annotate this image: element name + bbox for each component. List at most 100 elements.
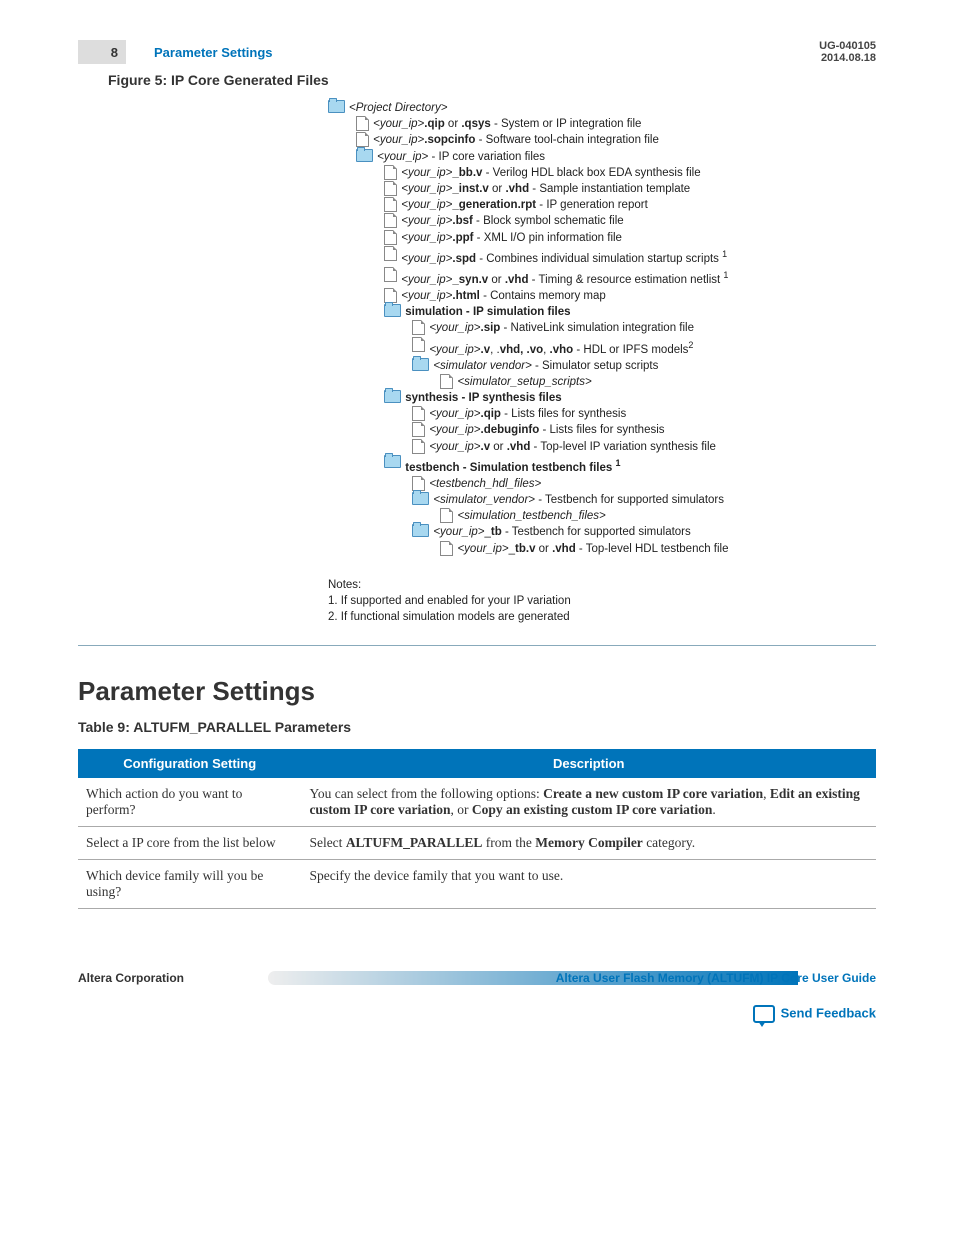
notes-heading: Notes: xyxy=(328,577,876,593)
table-title: Table 9: ALTUFM_PARALLEL Parameters xyxy=(78,719,876,735)
send-feedback-link[interactable]: Send Feedback xyxy=(78,1005,876,1023)
section-heading: Parameter Settings xyxy=(78,676,876,707)
table-row: Which action do you want to perform?You … xyxy=(78,778,876,827)
desc-cell: Specify the device family that you want … xyxy=(301,860,876,909)
file-icon xyxy=(412,439,425,454)
tree-label: <testbench_hdl_files> xyxy=(429,476,541,492)
table-header-desc: Description xyxy=(301,749,876,778)
file-icon xyxy=(384,181,397,196)
tree-label: <simulator_setup_scripts> xyxy=(457,374,591,390)
file-icon xyxy=(412,422,425,437)
folder-icon xyxy=(384,390,401,403)
folder-icon xyxy=(356,149,373,162)
tree-node: <your_ip>.spd - Combines individual simu… xyxy=(328,246,876,267)
tree-node: <your_ip>_generation.rpt - IP generation… xyxy=(328,197,876,213)
feedback-label: Send Feedback xyxy=(781,1006,876,1021)
tree-label: <your_ip>.spd - Combines individual simu… xyxy=(401,246,727,267)
tree-label: <your_ip>.html - Contains memory map xyxy=(401,288,606,304)
note-2: 2. If functional simulation models are g… xyxy=(328,609,876,625)
file-icon xyxy=(412,406,425,421)
file-icon xyxy=(440,374,453,389)
config-cell: Which action do you want to perform? xyxy=(78,778,301,827)
footer-corporation: Altera Corporation xyxy=(78,971,184,985)
doc-id: UG-040105 xyxy=(819,40,876,52)
tree-label: <your_ip>_bb.v - Verilog HDL black box E… xyxy=(401,165,700,181)
page-number: 8 xyxy=(78,40,126,64)
file-icon xyxy=(412,476,425,491)
tree-node: <your_ip>.bsf - Block symbol schematic f… xyxy=(328,213,876,229)
tree-node: synthesis - IP synthesis files xyxy=(328,390,876,406)
folder-icon xyxy=(328,100,345,113)
tree-node: <testbench_hdl_files> xyxy=(328,476,876,492)
folder-icon xyxy=(412,492,429,505)
tree-node: <your_ip>.debuginfo - Lists files for sy… xyxy=(328,422,876,438)
file-tree-diagram: <Project Directory> <your_ip>.qip or .qs… xyxy=(328,100,876,557)
tree-node: <your_ip>_tb.v or .vhd - Top-level HDL t… xyxy=(328,541,876,557)
file-icon xyxy=(384,267,397,282)
file-icon xyxy=(412,337,425,352)
file-icon xyxy=(384,288,397,303)
tree-label: synthesis - IP synthesis files xyxy=(405,390,561,406)
tree-label: <your_ip>.qip or .qsys - System or IP in… xyxy=(373,116,641,132)
tree-node: <your_ip>.html - Contains memory map xyxy=(328,288,876,304)
desc-cell: You can select from the following option… xyxy=(301,778,876,827)
file-icon xyxy=(384,230,397,245)
file-icon xyxy=(356,116,369,131)
tree-label: <your_ip>_inst.v or .vhd - Sample instan… xyxy=(401,181,690,197)
desc-cell: Select ALTUFM_PARALLEL from the Memory C… xyxy=(301,827,876,860)
tree-node: <your_ip>.v, .vhd, .vo, .vho - HDL or IP… xyxy=(328,337,876,358)
tree-node: <your_ip>_tb - Testbench for supported s… xyxy=(328,524,876,540)
parameters-table: Configuration Setting Description Which … xyxy=(78,749,876,909)
figure-title: Figure 5: IP Core Generated Files xyxy=(108,72,876,88)
folder-icon xyxy=(384,455,401,468)
tree-label: <your_ip>_syn.v or .vhd - Timing & resou… xyxy=(401,267,728,288)
tree-label: <your_ip> - IP core variation files xyxy=(377,149,545,165)
tree-label: <your_ip>.ppf - XML I/O pin information … xyxy=(401,230,622,246)
file-icon xyxy=(412,320,425,335)
table-header-config: Configuration Setting xyxy=(78,749,301,778)
file-icon xyxy=(440,508,453,523)
tree-node: <your_ip>.ppf - XML I/O pin information … xyxy=(328,230,876,246)
tree-node: simulation - IP simulation files xyxy=(328,304,876,320)
file-icon xyxy=(384,246,397,261)
footer-guide-title: Altera User Flash Memory (ALTUFM) IP Cor… xyxy=(540,969,876,987)
tree-node: <Project Directory> xyxy=(328,100,876,116)
table-row: Which device family will you be using?Sp… xyxy=(78,860,876,909)
tree-label: <your_ip>.sopcinfo - Software tool-chain… xyxy=(373,132,659,148)
folder-icon xyxy=(384,304,401,317)
tree-label: <simulation_testbench_files> xyxy=(457,508,605,524)
tree-node: testbench - Simulation testbench files 1 xyxy=(328,455,876,476)
config-cell: Select a IP core from the list below xyxy=(78,827,301,860)
tree-label: <your_ip>_generation.rpt - IP generation… xyxy=(401,197,648,213)
tree-label: <your_ip>_tb - Testbench for supported s… xyxy=(433,524,690,540)
table-row: Select a IP core from the list belowSele… xyxy=(78,827,876,860)
tree-node: <your_ip>.v or .vhd - Top-level IP varia… xyxy=(328,439,876,455)
tree-label: <your_ip>.v or .vhd - Top-level IP varia… xyxy=(429,439,716,455)
tree-node: <your_ip>_bb.v - Verilog HDL black box E… xyxy=(328,165,876,181)
config-cell: Which device family will you be using? xyxy=(78,860,301,909)
tree-node: <simulator vendor> - Simulator setup scr… xyxy=(328,358,876,374)
separator xyxy=(78,645,876,646)
tree-label: <your_ip>.bsf - Block symbol schematic f… xyxy=(401,213,623,229)
tree-label: <your_ip>.v, .vhd, .vo, .vho - HDL or IP… xyxy=(429,337,693,358)
tree-label: <your_ip>.debuginfo - Lists files for sy… xyxy=(429,422,664,438)
file-icon xyxy=(384,213,397,228)
file-icon xyxy=(384,197,397,212)
tree-label: <your_ip>_tb.v or .vhd - Top-level HDL t… xyxy=(457,541,728,557)
note-1: 1. If supported and enabled for your IP … xyxy=(328,593,876,609)
file-icon xyxy=(440,541,453,556)
tree-node: <simulator_vendor> - Testbench for suppo… xyxy=(328,492,876,508)
tree-node: <simulation_testbench_files> xyxy=(328,508,876,524)
header-title: Parameter Settings xyxy=(154,45,273,60)
folder-icon xyxy=(412,358,429,371)
tree-label: <Project Directory> xyxy=(349,100,447,116)
tree-node: <simulator_setup_scripts> xyxy=(328,374,876,390)
tree-node: <your_ip> - IP core variation files xyxy=(328,149,876,165)
file-icon xyxy=(356,132,369,147)
tree-label: <simulator_vendor> - Testbench for suppo… xyxy=(433,492,724,508)
feedback-icon xyxy=(753,1005,775,1023)
tree-label: <simulator vendor> - Simulator setup scr… xyxy=(433,358,658,374)
tree-label: <your_ip>.sip - NativeLink simulation in… xyxy=(429,320,694,336)
tree-node: <your_ip>_syn.v or .vhd - Timing & resou… xyxy=(328,267,876,288)
tree-node: <your_ip>.qip or .qsys - System or IP in… xyxy=(328,116,876,132)
